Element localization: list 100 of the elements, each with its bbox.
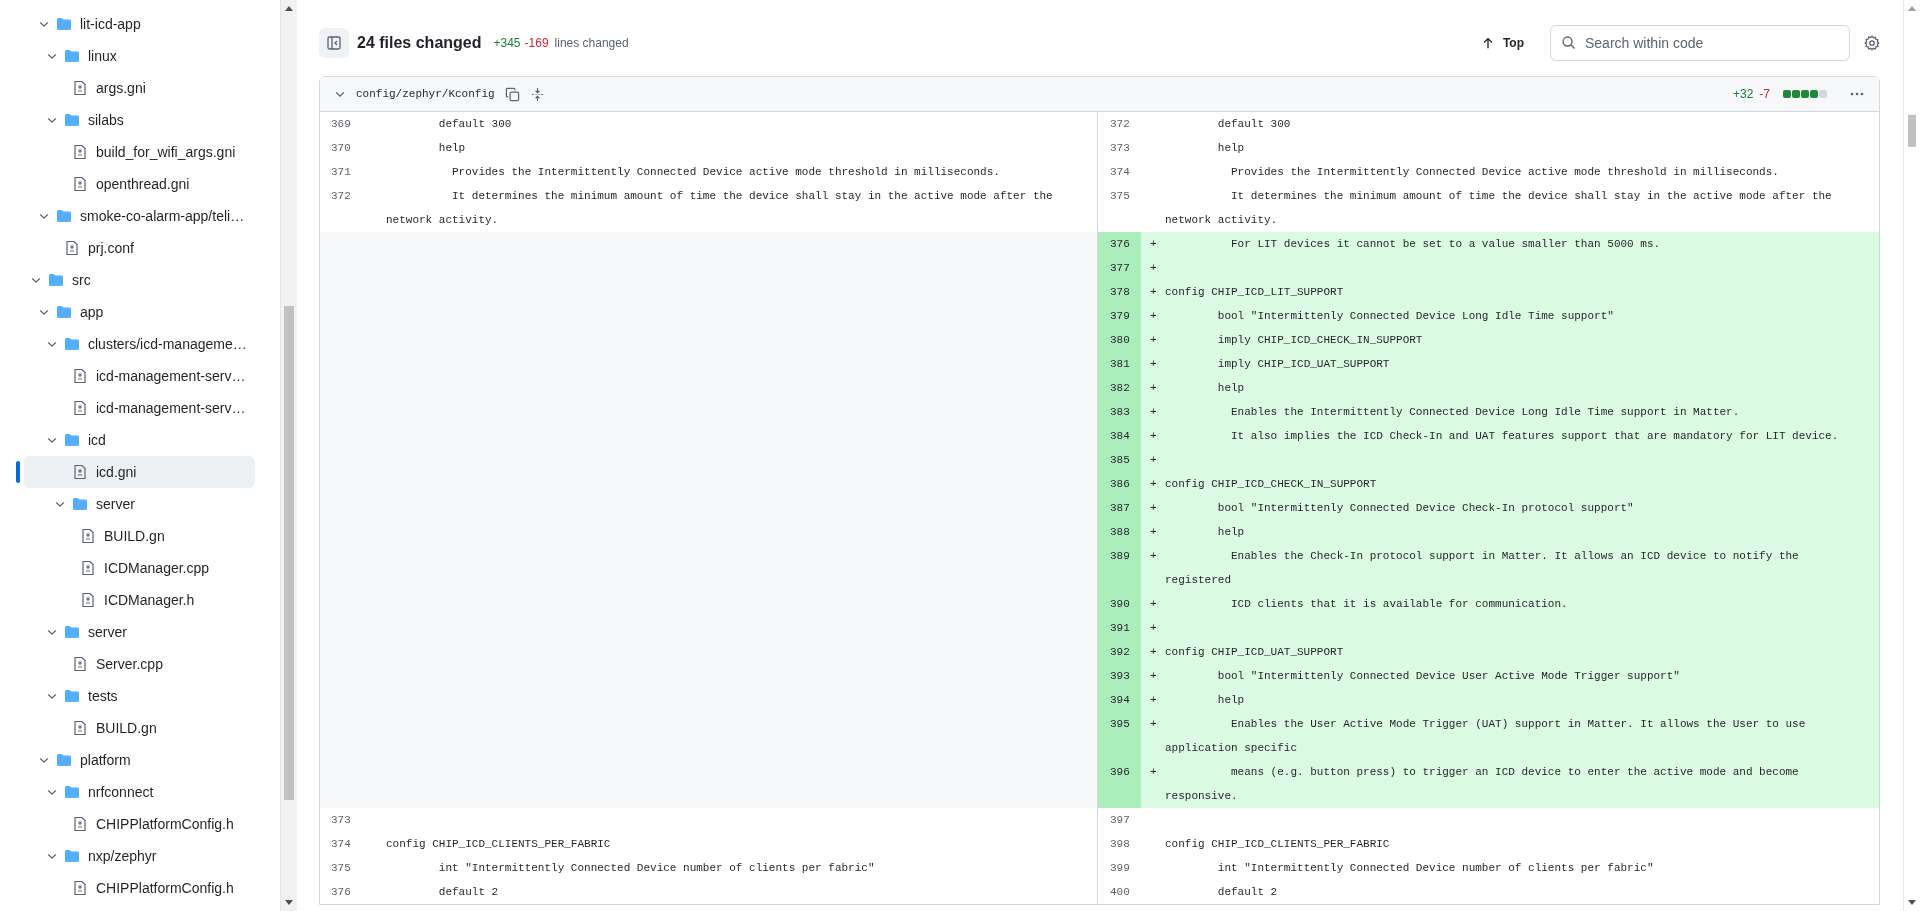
folder-item[interactable]: icd — [24, 424, 255, 456]
diff-file-icon — [72, 816, 88, 832]
code-line: bool "Intermittenly Connected Device Check-In protocol support" — [1216, 501, 1635, 516]
code-line: It also implies the ICD Check-In and UAT features support that are mandatory for LIT device. — [1230, 429, 1840, 444]
file-item[interactable]: CHIPPlatformConfig.h — [24, 872, 255, 904]
folder-icon — [64, 784, 80, 800]
diff-file-icon — [80, 592, 96, 608]
line-number: 389 — [1098, 544, 1141, 592]
folder-item[interactable]: linux — [24, 40, 255, 72]
code-line: config CHIP_ICD_UAT_SUPPORT — [1165, 645, 1345, 660]
folder-item[interactable]: server — [24, 616, 255, 648]
file-item[interactable]: build_for_wifi_args.gni — [24, 136, 255, 168]
code-line: Provides the Intermittently Connected Device active mode threshold in milliseconds. — [1230, 165, 1780, 180]
diff-marker: + — [1149, 333, 1158, 348]
file-item[interactable]: BUILD.gn — [24, 712, 255, 744]
folder-item[interactable]: lit-icd-app — [24, 8, 255, 40]
diff-file-icon — [80, 560, 96, 576]
file-item[interactable]: ICDManager.cpp — [24, 552, 255, 584]
code-line: imply CHIP_ICD_CHECK_IN_SUPPORT — [1216, 333, 1424, 348]
code-line: help — [1216, 141, 1246, 156]
diff-marker: + — [1149, 309, 1158, 324]
line-number: 374 — [330, 837, 352, 852]
code-line: help — [1216, 381, 1246, 396]
code-line: Provides the Intermittently Connected Device active mode threshold in milliseconds. — [451, 165, 1001, 180]
code-line: For LIT devices it cannot be set to a value smaller than 5000 ms. — [1230, 237, 1662, 252]
diff-file-icon — [72, 464, 88, 480]
line-number: 387 — [1098, 496, 1141, 520]
search-field[interactable]: Search within code — [1550, 25, 1850, 61]
diff-file-icon — [72, 144, 88, 160]
diff-file-icon — [80, 528, 96, 544]
line-number: 386 — [1098, 472, 1141, 496]
folder-item[interactable]: silabs — [24, 104, 255, 136]
folder-item[interactable]: app — [24, 296, 255, 328]
sidebar-scrollbar[interactable] — [280, 0, 297, 911]
code-line: Enables the Intermittently Connected Device Long Idle Time support in Matter. — [1230, 405, 1741, 420]
file-item[interactable]: Server.cpp — [24, 648, 255, 680]
folder-item[interactable]: clusters/icd-manageme… — [24, 328, 255, 360]
folder-icon — [56, 16, 72, 32]
line-number: 375 — [330, 861, 352, 876]
folder-icon — [64, 112, 80, 128]
line-number: 390 — [1098, 592, 1141, 616]
diff-marker: + — [1149, 237, 1158, 252]
code-line: int "Intermittently Connected Device number of clients per fabric" — [437, 861, 876, 876]
line-number: 394 — [1098, 688, 1141, 712]
folder-item[interactable]: nxp/zephyr — [24, 840, 255, 872]
line-number: 399 — [1109, 861, 1131, 876]
line-number: 383 — [1098, 400, 1141, 424]
folder-icon — [64, 848, 80, 864]
deletions-count: -169 — [524, 36, 549, 50]
file-item[interactable]: ICDManager.h — [24, 584, 255, 616]
code-line: bool "Intermittenly Connected Device User Active Mode Trigger support" — [1216, 669, 1681, 684]
diff-marker: + — [1149, 765, 1158, 780]
folder-icon — [64, 688, 80, 704]
code-line: config CHIP_ICD_LIT_SUPPORT — [1165, 285, 1345, 300]
diff-file-icon — [72, 400, 88, 416]
diff-marker: + — [1149, 549, 1158, 564]
folder-icon — [56, 208, 72, 224]
line-number: 391 — [1098, 616, 1141, 640]
line-number: 376 — [330, 885, 352, 900]
folder-item[interactable]: nrfconnect — [24, 776, 255, 808]
diff-file-icon — [72, 880, 88, 896]
diff-marker: + — [1149, 621, 1158, 636]
code-line: It determines the minimum amount of time the device shall stay in the active mode after the network activity. — [1165, 189, 1833, 228]
folder-item[interactable]: platform — [24, 744, 255, 776]
folder-item[interactable]: smoke-co-alarm-app/teli… — [24, 200, 255, 232]
code-line: config CHIP_ICD_CLIENTS_PER_FABRIC — [386, 837, 612, 852]
code-line: It determines the minimum amount of time the device shall stay in the active mode after the network activity. — [386, 189, 1054, 228]
folder-item[interactable]: tests — [24, 680, 255, 712]
file-item[interactable]: BUILD.gn — [24, 520, 255, 552]
file-item[interactable]: openthread.gni — [24, 168, 255, 200]
line-number: 381 — [1098, 352, 1141, 376]
file-path[interactable]: config/zephyr/Kconfig — [356, 88, 495, 100]
diff-marker: + — [1149, 597, 1158, 612]
line-number: 400 — [1109, 885, 1131, 900]
copy-icon[interactable] — [504, 86, 520, 102]
code-line: config CHIP_ICD_CLIENTS_PER_FABRIC — [1165, 837, 1391, 852]
line-number: 384 — [1098, 424, 1141, 448]
folder-icon — [64, 48, 80, 64]
line-number: 373 — [330, 813, 352, 828]
diff-marker: + — [1149, 477, 1158, 492]
diff-marker: + — [1149, 501, 1158, 516]
file-item[interactable]: args.gni — [24, 72, 255, 104]
code-line: help — [1216, 693, 1246, 708]
settings-icon[interactable] — [1864, 35, 1880, 51]
code-line: ICD clients that it is available for communication. — [1230, 597, 1569, 612]
sidebar-toggle-button[interactable] — [319, 28, 349, 58]
line-number: 379 — [1098, 304, 1141, 328]
folder-item[interactable]: server — [24, 488, 255, 520]
diff-marker: + — [1149, 381, 1158, 396]
expand-icon[interactable] — [529, 86, 545, 102]
file-item[interactable]: icd-management-serv… — [24, 392, 255, 424]
top-button[interactable]: Top — [1470, 30, 1534, 56]
folder-item[interactable]: src — [24, 264, 255, 296]
file-item[interactable]: CHIPPlatformConfig.h — [24, 808, 255, 840]
file-item[interactable]: prj.conf — [24, 232, 255, 264]
search-icon — [1561, 35, 1576, 50]
sidebar-panel-icon — [326, 35, 342, 51]
file-item[interactable]: icd-management-serv… — [24, 360, 255, 392]
line-number: 395 — [1098, 712, 1141, 760]
diff-marker: + — [1149, 357, 1158, 372]
